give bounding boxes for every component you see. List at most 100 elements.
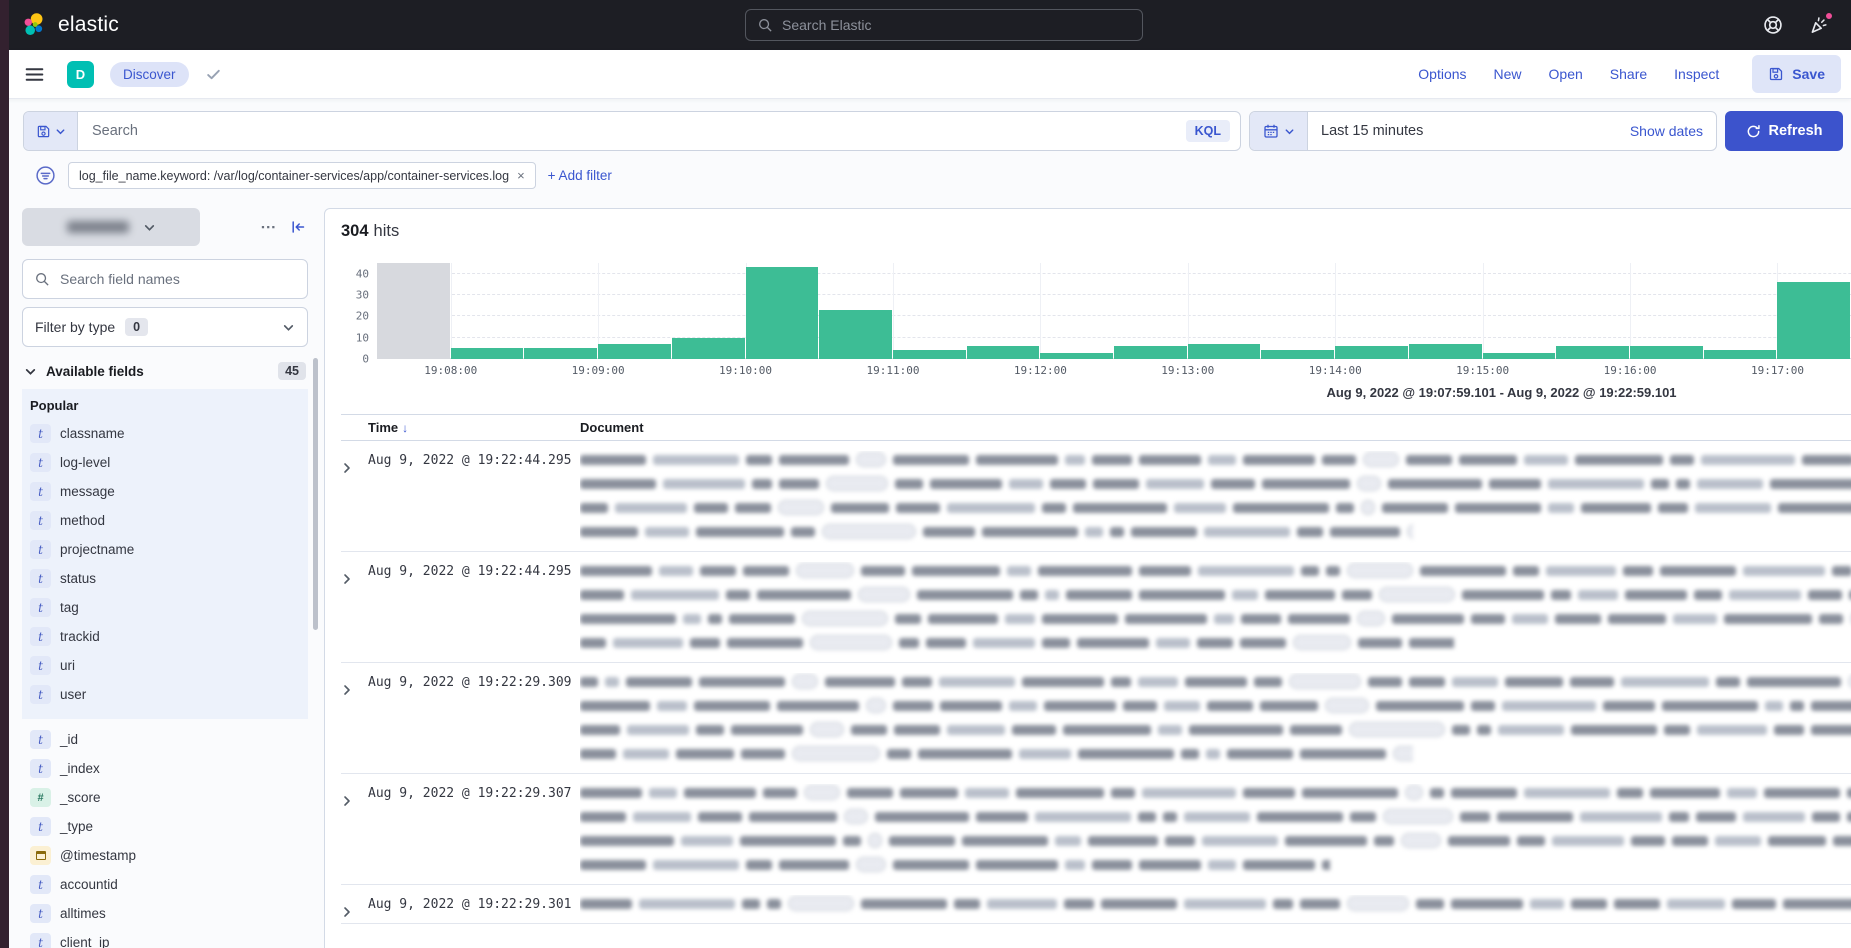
histogram-bar[interactable]	[1704, 350, 1777, 359]
field-item[interactable]: tlog-level	[30, 448, 308, 477]
global-search-placeholder: Search Elastic	[782, 17, 871, 33]
redacted-blob	[731, 725, 803, 735]
histogram-bar[interactable]	[1188, 344, 1261, 359]
histogram-bar[interactable]	[967, 346, 1040, 359]
expand-row-button[interactable]	[341, 673, 368, 769]
time-column-header[interactable]: Time↓	[368, 420, 580, 435]
time-range-display[interactable]: Last 15 minutes Show dates	[1308, 112, 1716, 150]
expand-row-button[interactable]	[341, 784, 368, 880]
redacted-blob	[856, 452, 886, 467]
help-icon[interactable]	[1761, 13, 1785, 37]
redacted-blob	[1790, 701, 1804, 711]
field-item[interactable]: talltimes	[30, 899, 308, 928]
query-search-input[interactable]: Search KQL	[78, 112, 1240, 150]
filters-menu-icon[interactable]	[35, 165, 56, 186]
expand-row-button[interactable]	[341, 562, 368, 658]
field-item[interactable]: tuser	[30, 680, 308, 709]
redacted-blob	[1477, 725, 1491, 735]
field-item[interactable]: t_type	[30, 812, 308, 841]
redacted-blob	[1701, 455, 1795, 465]
redacted-blob	[1770, 479, 1851, 489]
newsfeed-icon[interactable]	[1807, 13, 1831, 37]
histogram-bar[interactable]	[1409, 344, 1482, 359]
global-search-input[interactable]: Search Elastic	[745, 9, 1143, 41]
saved-query-menu-button[interactable]	[24, 112, 78, 150]
field-type-number-icon: #	[30, 788, 51, 807]
filter-pill[interactable]: log_file_name.keyword: /var/log/containe…	[68, 162, 536, 189]
filter-pill-label: log_file_name.keyword: /var/log/containe…	[79, 169, 509, 183]
redacted-blob	[917, 590, 1013, 600]
field-item[interactable]: ttrackid	[30, 622, 308, 651]
data-view-selector[interactable]	[22, 208, 200, 246]
field-item[interactable]: turi	[30, 651, 308, 680]
show-dates-button[interactable]: Show dates	[1630, 123, 1703, 139]
options-button[interactable]: Options	[1418, 66, 1466, 82]
field-item[interactable]: #_score	[30, 783, 308, 812]
remove-filter-icon[interactable]: ×	[517, 168, 525, 183]
redacted-blob	[777, 701, 859, 711]
histogram-bar[interactable]	[598, 344, 671, 359]
share-button[interactable]: Share	[1610, 66, 1647, 82]
field-item[interactable]: t_index	[30, 754, 308, 783]
redacted-blob	[749, 812, 837, 822]
kql-language-button[interactable]: KQL	[1186, 120, 1230, 142]
redacted-line	[580, 697, 1851, 713]
field-name: _id	[60, 732, 78, 747]
new-button[interactable]: New	[1494, 66, 1522, 82]
histogram-bar[interactable]	[1556, 346, 1629, 359]
inspect-button[interactable]: Inspect	[1674, 66, 1719, 82]
field-item[interactable]: tclassname	[30, 419, 308, 448]
histogram-bar[interactable]	[1261, 350, 1334, 359]
sidebar-scrollbar[interactable]	[313, 358, 318, 630]
field-item[interactable]: ttag	[30, 593, 308, 622]
field-item[interactable]: @timestamp	[30, 841, 308, 870]
add-filter-button[interactable]: + Add filter	[548, 168, 612, 183]
redacted-blob	[788, 896, 854, 911]
histogram-bar[interactable]	[746, 267, 819, 359]
histogram-bar[interactable]	[672, 338, 745, 359]
redacted-blob	[893, 455, 969, 465]
histogram-bar[interactable]	[1777, 282, 1850, 359]
field-item[interactable]: tclient_ip	[30, 928, 308, 948]
field-item[interactable]: tmessage	[30, 477, 308, 506]
histogram-bar[interactable]	[893, 350, 966, 359]
collapse-sidebar-icon[interactable]	[290, 219, 306, 235]
histogram-plot[interactable]	[377, 263, 1851, 359]
redacted-line	[580, 451, 1851, 467]
filter-by-type-select[interactable]: Filter by type 0	[22, 307, 308, 347]
expand-row-button[interactable]	[341, 451, 368, 547]
redacted-blob	[1658, 503, 1688, 513]
open-button[interactable]: Open	[1549, 66, 1583, 82]
field-item[interactable]: tmethod	[30, 506, 308, 535]
redacted-line	[580, 856, 1330, 872]
redacted-blob	[1092, 860, 1132, 870]
sidebar-options-icon[interactable]: ▪▪▪	[261, 222, 277, 232]
field-item[interactable]: t_id	[30, 725, 308, 754]
field-type-string-icon: t	[30, 598, 51, 617]
expand-row-button[interactable]	[341, 895, 368, 919]
field-search-input[interactable]: Search field names	[22, 259, 308, 299]
histogram-bar[interactable]	[1335, 346, 1408, 359]
field-item[interactable]: tstatus	[30, 564, 308, 593]
menu-hamburger-icon[interactable]	[24, 64, 45, 85]
x-axis-label: 19:17:00	[1751, 364, 1804, 377]
partial-data-band[interactable]	[377, 263, 450, 359]
available-fields-toggle[interactable]: Available fields 45	[24, 362, 306, 380]
save-button[interactable]: Save	[1752, 55, 1841, 93]
histogram-bar[interactable]	[524, 348, 597, 359]
histogram-bar[interactable]	[451, 348, 524, 359]
redacted-blob	[1430, 788, 1444, 798]
histogram-bar[interactable]	[1630, 346, 1703, 359]
field-name: accountid	[60, 877, 118, 892]
redacted-blob	[767, 899, 781, 909]
histogram-bar[interactable]	[819, 310, 892, 359]
field-item[interactable]: taccountid	[30, 870, 308, 899]
histogram-bar[interactable]	[1114, 346, 1187, 359]
field-item[interactable]: tprojectname	[30, 535, 308, 564]
refresh-button[interactable]: Refresh	[1725, 111, 1843, 151]
elastic-brand[interactable]: elastic	[22, 12, 119, 38]
y-axis-label: 30	[356, 289, 369, 302]
redacted-blob	[1260, 701, 1318, 711]
breadcrumb[interactable]: Discover	[110, 62, 189, 87]
date-quick-select-button[interactable]	[1250, 112, 1308, 150]
